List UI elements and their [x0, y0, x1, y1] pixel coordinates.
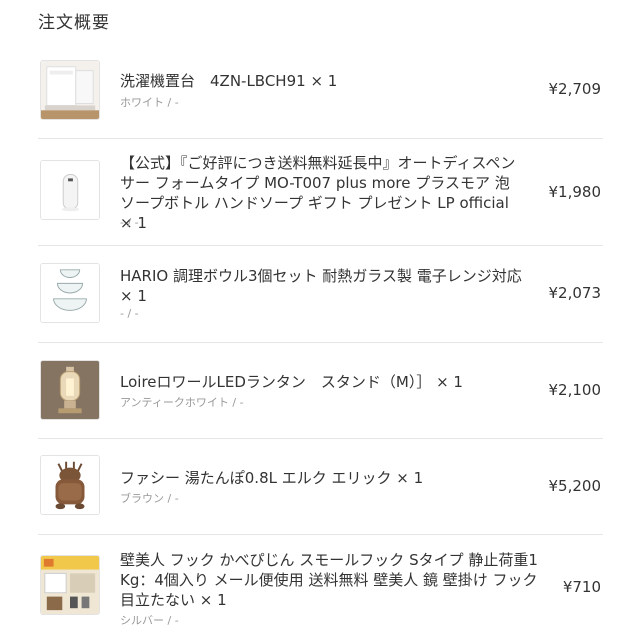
list-item: HARIO 調理ボウル3個セット 耐熱ガラス製 電子レンジ対応 × 1 - / … — [38, 255, 603, 335]
item-price: ¥5,200 — [548, 477, 602, 495]
item-name: 洗濯機置台 4ZN-LBCH91 × 1 — [120, 72, 338, 90]
divider — [38, 438, 603, 439]
item-price: ¥2,100 — [548, 381, 602, 399]
item-name: ファシー 湯たんぽ0.8L エルク エリック × 1 — [120, 469, 424, 487]
wall-hook-icon — [40, 555, 100, 615]
divider — [38, 534, 603, 535]
glass-bowls-icon — [40, 263, 100, 323]
lantern-icon — [40, 360, 100, 420]
item-variant: アンティークホワイト / - — [120, 396, 244, 409]
list-item: LoireロワールLEDランタン スタンド（M）］ × 1 アンティークホワイト… — [38, 352, 603, 427]
divider — [38, 138, 603, 139]
list-item: 壁美人 フック かべぴじん スモールフック Sタイプ 静止荷重1 Kg：4個入り… — [38, 544, 603, 640]
hot-water-bottle-elk-icon — [40, 455, 100, 515]
item-variant: シルバー / - — [120, 614, 179, 627]
item-variant: - / - — [120, 307, 139, 320]
item-price: ¥2,709 — [548, 80, 602, 98]
divider — [38, 245, 603, 246]
page-title: 注文概要 — [38, 13, 110, 33]
item-price: ¥710 — [562, 578, 601, 596]
item-variant: ブラウン / - — [120, 492, 179, 505]
item-name: HARIO 調理ボウル3個セット 耐熱ガラス製 電子レンジ対応 × 1 — [120, 267, 522, 305]
item-price: ¥2,073 — [548, 284, 602, 302]
item-name: 壁美人 フック かべぴじん スモールフック Sタイプ 静止荷重1 Kg：4個入り… — [120, 551, 538, 609]
item-price: ¥1,980 — [548, 183, 602, 201]
list-item: ファシー 湯たんぽ0.8L エルク エリック × 1 ブラウン / - ¥5,2… — [38, 448, 603, 523]
list-item: 【公式】『ご好評につき送料無料延長中』オートディスペンサー フォームタイプ MO… — [38, 150, 603, 235]
list-item: 洗濯機置台 4ZN-LBCH91 × 1 ホワイト / - ¥2,709 — [38, 56, 603, 126]
item-name: LoireロワールLEDランタン スタンド（M）］ × 1 — [120, 373, 463, 391]
item-name: 【公式】『ご好評につき送料無料延長中』オートディスペンサー フォームタイプ MO… — [120, 154, 516, 232]
washing-machine-stand-icon — [40, 60, 100, 120]
divider — [38, 342, 603, 343]
soap-dispenser-icon — [40, 160, 100, 220]
item-variant: - / - — [120, 216, 139, 229]
item-variant: ホワイト / - — [120, 96, 179, 109]
